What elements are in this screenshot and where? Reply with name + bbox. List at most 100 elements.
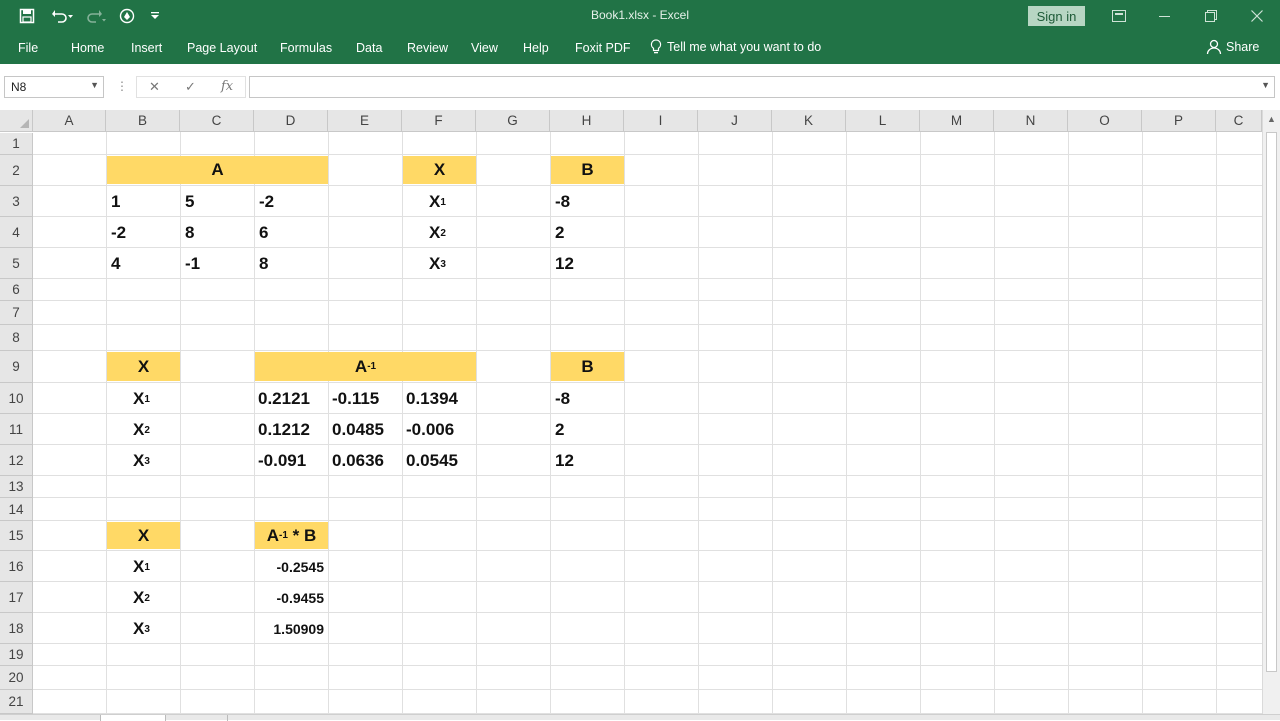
cell-b-header[interactable]: B (551, 156, 624, 184)
column-header-15[interactable]: O (1068, 110, 1142, 132)
scroll-up-icon[interactable]: ▲ (1267, 114, 1276, 124)
row-header-8[interactable]: 8 (0, 325, 33, 351)
column-header-9[interactable]: I (624, 110, 698, 132)
row-header-3[interactable]: 3 (0, 186, 33, 217)
tab-formulas[interactable]: Formulas (280, 41, 332, 55)
tab-page-layout[interactable]: Page Layout (187, 41, 257, 55)
row-header-11[interactable]: 11 (0, 414, 33, 445)
sheet-tab[interactable] (168, 715, 228, 721)
column-header-6[interactable]: F (402, 110, 476, 132)
cell-result-3[interactable]: 1.50909 (255, 614, 328, 644)
row-header-9[interactable]: 9 (0, 351, 33, 383)
formula-bar-resize-icon[interactable]: ⋮ (116, 79, 128, 93)
cancel-icon[interactable]: ✕ (149, 79, 160, 95)
row-header-15[interactable]: 15 (0, 521, 33, 551)
scrollbar-thumb[interactable] (1266, 132, 1277, 672)
chevron-down-icon[interactable]: ▼ (90, 80, 99, 90)
tab-help[interactable]: Help (523, 41, 549, 55)
row-header-14[interactable]: 14 (0, 498, 33, 521)
cell-x3-2[interactable]: X3 (107, 446, 180, 476)
row-header-13[interactable]: 13 (0, 476, 33, 498)
cell-matrix-a-header[interactable]: A (107, 156, 328, 184)
cell-x-header-3[interactable]: X (107, 522, 180, 549)
tab-foxit-pdf[interactable]: Foxit PDF (575, 41, 631, 55)
cell-x3-3[interactable]: X3 (107, 614, 180, 644)
cell-inv-r1c2[interactable]: -0.115 (329, 384, 402, 414)
vertical-scrollbar[interactable]: ▲ (1262, 110, 1280, 720)
tab-review[interactable]: Review (407, 41, 448, 55)
row-header-18[interactable]: 18 (0, 613, 33, 644)
cell-inv-r3c2[interactable]: 0.0636 (329, 446, 402, 476)
cell-b1[interactable]: -8 (551, 187, 624, 217)
cell-b3[interactable]: 12 (551, 249, 624, 279)
select-all-corner[interactable] (0, 110, 33, 132)
cell-result-2[interactable]: -0.9455 (255, 583, 328, 613)
row-header-17[interactable]: 17 (0, 582, 33, 613)
spreadsheet-grid[interactable]: ABCDEFGHIJKLMNOPC 1 2 3 4 5 6 7 8 9 10 11 12 13 14 15 1… (0, 110, 1262, 720)
sheet-tab-active[interactable] (100, 715, 166, 721)
column-header-10[interactable]: J (698, 110, 772, 132)
expand-formula-bar-icon[interactable]: ▼ (1261, 80, 1270, 90)
cell-result-header[interactable]: A -1 * B (255, 522, 328, 549)
row-header-5[interactable]: 5 (0, 248, 33, 279)
insert-function-icon[interactable]: fx (221, 79, 233, 94)
row-header-4[interactable]: 4 (0, 217, 33, 248)
cell-x-header-2[interactable]: X (107, 352, 180, 381)
restore-icon[interactable] (1188, 0, 1234, 32)
cell-b3-2[interactable]: 12 (551, 446, 624, 476)
minimize-icon[interactable] (1142, 0, 1188, 32)
cell-inv-r1c3[interactable]: 0.1394 (403, 384, 476, 414)
column-header-14[interactable]: N (994, 110, 1068, 132)
cell-inv-r2c1[interactable]: 0.1212 (255, 415, 328, 445)
tab-file[interactable]: File (18, 41, 38, 55)
cell-x1[interactable]: X1 (403, 187, 476, 217)
cell-x1-3[interactable]: X1 (107, 552, 180, 582)
column-header-2[interactable]: B (106, 110, 180, 132)
cell-a-r2c2[interactable]: 8 (181, 218, 254, 248)
cell-a-r2c3[interactable]: 6 (255, 218, 328, 248)
cell-x3[interactable]: X3 (403, 249, 476, 279)
column-header-11[interactable]: K (772, 110, 846, 132)
cell-x2-3[interactable]: X2 (107, 583, 180, 613)
tab-data[interactable]: Data (356, 41, 382, 55)
column-header-3[interactable]: C (180, 110, 254, 132)
row-header-1[interactable]: 1 (0, 133, 33, 155)
column-header-1[interactable]: A (33, 110, 106, 132)
tab-home[interactable]: Home (71, 41, 104, 55)
row-header-16[interactable]: 16 (0, 551, 33, 582)
cell-a-r1c2[interactable]: 5 (181, 187, 254, 217)
cell-a-r1c3[interactable]: -2 (255, 187, 328, 217)
cell-a-r3c2[interactable]: -1 (181, 249, 254, 279)
cell-b2[interactable]: 2 (551, 218, 624, 248)
cell-inv-r3c3[interactable]: 0.0545 (403, 446, 476, 476)
share-button[interactable]: Share (1206, 39, 1259, 55)
row-header-19[interactable]: 19 (0, 644, 33, 666)
cell-a-r3c1[interactable]: 4 (107, 249, 180, 279)
ribbon-display-icon[interactable] (1096, 0, 1142, 32)
column-header-7[interactable]: G (476, 110, 550, 132)
tab-insert[interactable]: Insert (131, 41, 162, 55)
cell-b2-2[interactable]: 2 (551, 415, 624, 445)
cell-b-header-2[interactable]: B (551, 352, 624, 381)
row-header-6[interactable]: 6 (0, 279, 33, 301)
cell-a-r3c3[interactable]: 8 (255, 249, 328, 279)
column-header-4[interactable]: D (254, 110, 328, 132)
cell-inv-r2c2[interactable]: 0.0485 (329, 415, 402, 445)
cell-inverse-header[interactable]: A -1 (255, 352, 476, 381)
sign-in-button[interactable]: Sign in (1028, 6, 1085, 26)
cell-a-r1c1[interactable]: 1 (107, 187, 180, 217)
row-header-21[interactable]: 21 (0, 690, 33, 714)
cell-x1-2[interactable]: X1 (107, 384, 180, 414)
cell-inv-r3c1[interactable]: -0.091 (255, 446, 328, 476)
column-header-8[interactable]: H (550, 110, 624, 132)
row-header-10[interactable]: 10 (0, 383, 33, 414)
cell-inv-r1c1[interactable]: 0.2121 (255, 384, 328, 414)
cell-inv-r2c3[interactable]: -0.006 (403, 415, 476, 445)
formula-input[interactable]: ▼ (249, 76, 1275, 98)
cell-x-header[interactable]: X (403, 156, 476, 184)
enter-icon[interactable]: ✓ (185, 79, 196, 95)
row-header-2[interactable]: 2 (0, 155, 33, 186)
row-header-7[interactable]: 7 (0, 301, 33, 325)
column-header-13[interactable]: M (920, 110, 994, 132)
cell-x2-2[interactable]: X2 (107, 415, 180, 445)
